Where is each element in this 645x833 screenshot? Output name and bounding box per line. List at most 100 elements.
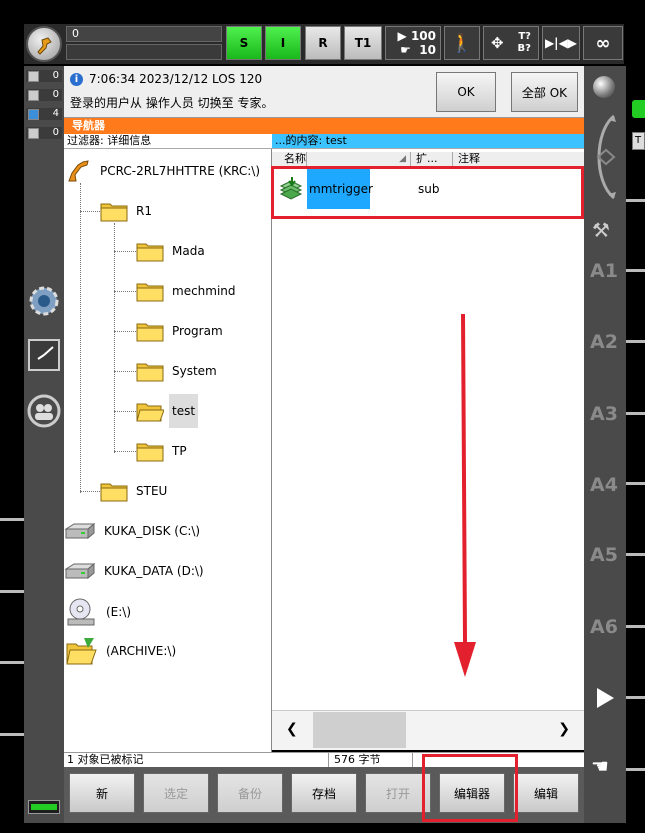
select-button[interactable]: 选定 [143,773,209,813]
tree-item-test[interactable]: test [136,394,199,428]
scroll-left-icon[interactable]: ❮ [286,721,298,737]
left-key-marker [0,733,24,736]
column-comment[interactable]: 注释 [452,152,588,166]
axis-label-a6[interactable]: A6 [590,616,620,638]
continuous-jog-button[interactable]: ∞ [583,26,623,60]
folder-icon [136,283,164,302]
battery-status [28,800,60,814]
clock-icon[interactable] [27,338,61,372]
tree-item-mada[interactable]: Mada [136,239,208,263]
tree-item-kuka-data[interactable]: KUKA_DATA (D:\) [64,559,207,583]
message-text: 登录的用户从 操作人员 切换至 专家。 [70,96,274,110]
tool-base-button[interactable]: ✥ T? B? [483,26,539,60]
axis-label-a3[interactable]: A3 [590,403,620,425]
side-status-indicator [632,100,645,118]
tree-item-tp[interactable]: TP [136,439,190,463]
jog-hand-icon: ☛ [400,43,411,57]
side-tab[interactable]: T [632,132,645,150]
jog-navigation-icon[interactable] [588,112,624,202]
tree-item-steu[interactable]: STEU [100,479,170,503]
folder-icon [100,203,128,222]
info-message-counter[interactable]: 4 [26,108,62,120]
axis-label-a5[interactable]: A5 [590,544,620,566]
left-key-marker [0,661,24,664]
drives-button[interactable]: I [265,26,301,60]
robot-arm-icon [68,160,89,182]
right-key-marker [626,553,645,556]
speed-button[interactable]: ▶ 100 ☛ 10 [385,26,441,60]
robot-logo-icon [37,37,52,55]
tree-item-kuka-disk[interactable]: KUKA_DISK (C:\) [64,519,203,543]
globe-icon[interactable] [593,76,615,98]
directory-tree[interactable]: PCRC-2RL7HHTTRE (KRC:\) R1 Mada mechmind… [64,149,272,752]
folder-icon [136,363,164,382]
tree-item-root[interactable]: PCRC-2RL7HHTTRE (KRC:\) [66,159,263,183]
right-key-marker [626,340,645,343]
jog-speed: 10 [419,43,436,57]
info-icon [28,109,39,120]
tree-item-system[interactable]: System [136,359,220,383]
tree-connector [114,331,136,332]
sort-arrow-icon: ◢ [399,154,406,164]
status-size: 576 字节 [334,753,381,766]
run-mode-button[interactable]: 🚶 [444,26,480,60]
right-key-marker [626,482,645,485]
tree-item-mechmind[interactable]: mechmind [136,279,239,303]
file-list[interactable]: 名称 ◢ 扩... 注释 mmtrigger sub [272,149,584,710]
tree-item-drive-e[interactable]: (E:\) [66,597,134,627]
tree-connector [80,491,100,492]
new-button[interactable]: 新 [69,773,135,813]
hand-jog-icon[interactable]: ☚ [591,754,609,778]
scrollbar-thumb[interactable] [313,712,406,748]
column-extension[interactable]: 扩... [410,152,453,166]
tree-connector [114,451,136,452]
column-name[interactable]: 名称 ◢ [272,152,411,166]
navigator-title: 导航器 [64,118,584,134]
gear-settings-icon[interactable] [27,284,61,318]
tree-connector [114,371,136,372]
hard-disk-icon [64,522,96,540]
tree-item-archive[interactable]: (ARCHIVE:\) [66,635,179,667]
start-play-icon[interactable] [594,686,616,710]
left-key-marker [0,518,24,521]
folder-icon [136,323,164,342]
status-divider [412,753,413,768]
backup-button[interactable]: 备份 [217,773,283,813]
info-circle-icon: i [70,72,83,86]
play-icon: ▶ [397,29,407,43]
coordinate-system-icon[interactable]: ⚒ [592,218,610,242]
right-key-marker [626,696,645,699]
axis-label-a1[interactable]: A1 [590,260,620,282]
operating-mode-button[interactable]: T1 [344,26,382,60]
message-ok-button[interactable]: OK [436,72,496,112]
right-key-marker [626,625,645,628]
wait-icon [28,128,39,139]
robot-interpreter-button[interactable]: R [305,26,341,60]
wait-message-counter[interactable]: 0 [26,127,62,139]
right-key-marker [626,199,645,202]
axis-label-a4[interactable]: A4 [590,474,620,496]
kuka-main-menu-button[interactable] [26,26,62,62]
increment-mode-button[interactable]: ▶|◀▶ [542,26,580,60]
scroll-right-icon[interactable]: ❯ [558,721,570,737]
left-key-marker [0,590,24,593]
edit-button[interactable]: 编辑 [513,773,579,813]
tree-item-r1[interactable]: R1 [100,199,155,223]
filter-label[interactable]: 过滤器: 详细信息 [64,134,272,149]
content-title: ...的内容: test [272,134,584,149]
file-list-header: 名称 ◢ 扩... 注释 [272,152,584,167]
user-group-icon[interactable] [27,394,61,428]
warning-message-counter[interactable]: 0 [26,89,62,101]
override-bar [66,44,222,60]
highlight-box-editor [422,754,518,822]
base-label: B? [517,43,531,54]
left-side-strip [24,66,64,823]
submit-interpreter-button[interactable]: S [226,26,262,60]
archive-button[interactable]: 存档 [291,773,357,813]
message-window: i 7:06:34 2023/12/12 LOS 120 登录的用户从 操作人员… [64,66,584,118]
tree-connector [114,291,136,292]
axis-label-a2[interactable]: A2 [590,331,620,353]
message-all-ok-button[interactable]: 全部 OK [511,72,578,112]
error-message-counter[interactable]: 0 [26,70,62,82]
tree-item-program[interactable]: Program [136,319,226,343]
